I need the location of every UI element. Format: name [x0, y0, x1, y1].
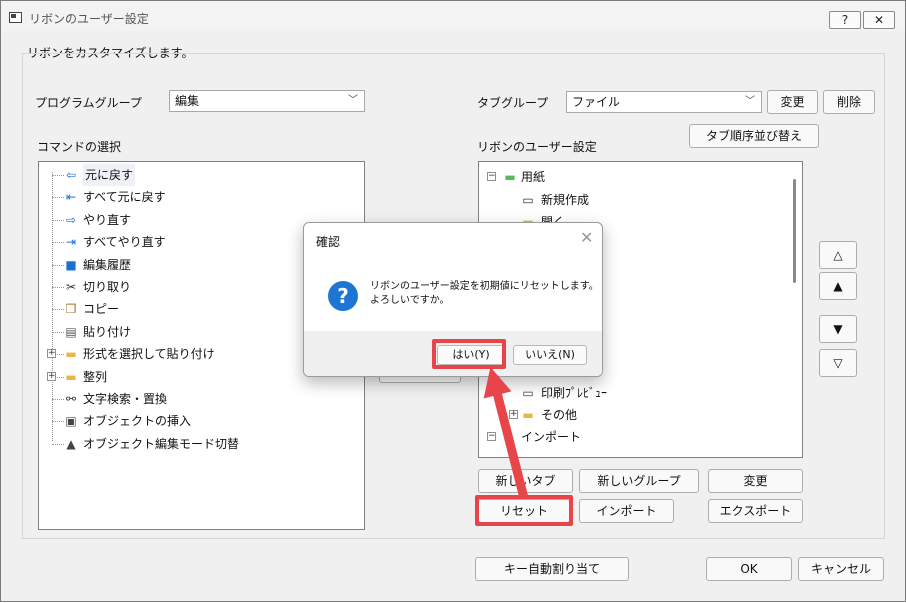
command-item[interactable]: すべて元に戻す: [83, 186, 166, 208]
window-title: リボンのユーザー設定: [29, 12, 149, 26]
group-icon: ▬: [504, 170, 516, 184]
new-group-button[interactable]: 新しいグループ: [579, 469, 699, 493]
no-button[interactable]: いいえ(N): [513, 345, 587, 365]
folder-icon: ▬: [522, 408, 534, 422]
ribbon-tree-item[interactable]: 印刷ﾌﾟﾚﾋﾞｭｰ: [541, 382, 607, 404]
redo-all-icon: ⇥: [65, 235, 77, 250]
change-tab-button[interactable]: 変更: [767, 90, 818, 114]
print-preview-icon: ▭: [522, 386, 534, 400]
ribbon-tree-item[interactable]: その他: [541, 404, 577, 426]
expand-icon[interactable]: −: [487, 172, 496, 181]
command-item[interactable]: 元に戻す: [83, 164, 136, 186]
ribbon-customize-window: リボンのユーザー設定 ? ✕ リボンをカスタマイズします。 プログラムグループ …: [0, 0, 906, 602]
ribbon-tree-item[interactable]: 新規作成: [541, 189, 589, 211]
folder-icon: ▬: [65, 369, 77, 384]
dialog-message-line1: リボンのユーザー設定を初期値にリセットします。: [370, 281, 599, 292]
dialog-message: リボンのユーザー設定を初期値にリセットします。 よろしいですか。: [370, 280, 599, 308]
tree-connector: [52, 287, 64, 288]
command-item[interactable]: 形式を選択して貼り付け: [83, 343, 215, 365]
program-group-value: 編集: [175, 94, 200, 108]
title-bar: リボンのユーザー設定 ? ✕: [1, 1, 905, 31]
commands-label: コマンドの選択: [37, 140, 122, 154]
ok-button[interactable]: OK: [706, 557, 792, 581]
command-item[interactable]: すべてやり直す: [83, 231, 166, 253]
close-button[interactable]: ✕: [863, 11, 895, 29]
command-item[interactable]: 文字検索・置換: [83, 388, 167, 410]
program-group-label: プログラムグループ: [35, 96, 142, 110]
paste-icon: ▤: [65, 324, 77, 339]
new-tab-button[interactable]: 新しいタブ: [478, 469, 573, 493]
question-icon: ?: [328, 281, 358, 311]
tree-scrollbar[interactable]: [793, 179, 796, 283]
ribbon-tree-item[interactable]: インポート: [521, 426, 581, 448]
tree-connector: [52, 309, 64, 311]
command-item[interactable]: やり直す: [83, 209, 131, 231]
move-top-button[interactable]: △: [819, 241, 857, 269]
change-button[interactable]: 変更: [708, 469, 803, 493]
help-button[interactable]: ?: [829, 11, 861, 29]
close-icon[interactable]: ✕: [580, 228, 593, 247]
command-item[interactable]: コピー: [83, 298, 119, 320]
cancel-button[interactable]: キャンセル: [798, 557, 884, 581]
dialog-message-line2: よろしいですか。: [370, 295, 450, 306]
tree-connector: [52, 264, 64, 266]
tab-group-value: ファイル: [572, 95, 621, 109]
dialog-title: 確認: [316, 235, 341, 249]
command-item[interactable]: 貼り付け: [83, 321, 131, 343]
undo-all-icon: ⇤: [65, 190, 77, 205]
tree-connector: [52, 175, 64, 176]
move-down-button[interactable]: ▼: [819, 315, 857, 343]
program-group-select[interactable]: 編集 ﹀: [169, 90, 365, 112]
command-item[interactable]: 切り取り: [83, 276, 131, 298]
expand-icon[interactable]: +: [47, 349, 56, 359]
delete-tab-button[interactable]: 削除: [823, 90, 875, 114]
tree-connector: [52, 197, 64, 199]
import-button[interactable]: インポート: [579, 499, 674, 523]
redo-icon: ⇨: [65, 212, 77, 227]
tree-line: [52, 172, 53, 441]
edit-mode-icon: ▲: [66, 436, 76, 451]
export-button[interactable]: エクスポート: [708, 499, 803, 523]
command-item[interactable]: オブジェクトの挿入: [83, 410, 191, 432]
dialog-footer: はい(Y) いいえ(N): [304, 331, 602, 376]
tree-connector: [52, 242, 64, 244]
tab-group-label: タブグループ: [477, 96, 549, 110]
new-doc-icon: ▭: [522, 193, 534, 207]
expand-icon[interactable]: +: [509, 410, 518, 419]
move-bottom-button[interactable]: ▽: [819, 349, 857, 377]
expand-icon[interactable]: −: [487, 432, 496, 441]
reorder-tabs-button[interactable]: タブ順序並び替え: [689, 124, 819, 148]
key-auto-assign-button[interactable]: キー自動割り当て: [475, 557, 629, 581]
command-item[interactable]: 編集履歴: [83, 254, 131, 276]
undo-icon: ⇦: [65, 168, 77, 182]
chevron-down-icon: ﹀: [348, 95, 358, 106]
history-icon: ■: [65, 257, 77, 272]
tree-connector: [52, 399, 64, 400]
insert-object-icon: ▣: [65, 414, 77, 429]
tree-connector: [52, 421, 64, 423]
chevron-down-icon: ﹀: [745, 96, 755, 107]
move-up-button[interactable]: ▲: [819, 272, 857, 300]
yes-button[interactable]: はい(Y): [437, 345, 505, 365]
copy-icon: ❐: [65, 302, 77, 317]
window-icon: [9, 12, 22, 23]
ribbon-label: リボンのユーザー設定: [477, 140, 597, 154]
tree-connector: [52, 443, 64, 445]
ribbon-tree-item[interactable]: 用紙: [521, 166, 545, 188]
reset-button[interactable]: リセット: [478, 499, 570, 523]
folder-icon: ▬: [65, 347, 77, 362]
tree-connector: [52, 331, 64, 333]
expand-icon[interactable]: +: [47, 371, 56, 381]
tree-connector: [52, 219, 64, 221]
tab-group-select[interactable]: ファイル ﹀: [566, 91, 762, 113]
confirm-dialog: 確認 ✕ ? リボンのユーザー設定を初期値にリセットします。 よろしいですか。 …: [303, 222, 603, 377]
scissors-icon: ✂: [65, 280, 77, 294]
binoculars-icon: ⚯: [65, 392, 77, 406]
command-item[interactable]: 整列: [83, 366, 107, 388]
command-item[interactable]: オブジェクト編集モード切替: [83, 433, 239, 455]
